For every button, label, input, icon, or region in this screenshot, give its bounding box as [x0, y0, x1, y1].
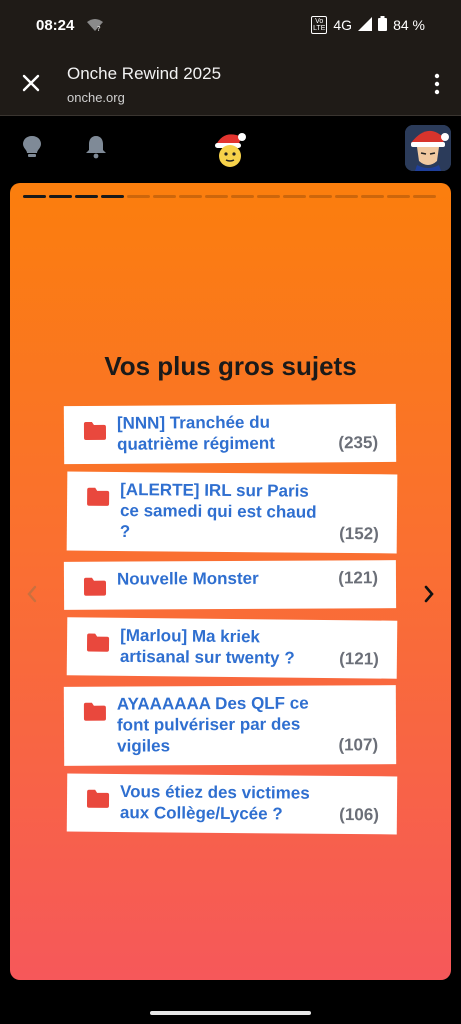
topic-title[interactable]: Nouvelle Monster [117, 568, 259, 590]
status-bar: 08:24 ? Vo LTE 4G 84 % [0, 0, 461, 50]
home-indicator [150, 1011, 311, 1015]
page-title: Onche Rewind 2025 [67, 64, 222, 83]
folder-icon [83, 577, 107, 597]
signal-icon [358, 16, 373, 34]
folder-icon [83, 702, 107, 722]
status-time: 08:24 [36, 16, 75, 34]
browser-titles: Onche Rewind 2025 onche.org [67, 64, 221, 105]
topic-card[interactable]: [Marlou] Ma kriek artisanal sur twenty ? (… [66, 617, 398, 679]
topic-title-line: artisanal sur twenty ? [119, 646, 295, 668]
topic-count: (107) [338, 735, 379, 755]
network-type: 4G [333, 17, 353, 33]
folder-icon [86, 487, 110, 507]
topic-title[interactable]: AYAAAAAA Des QLF ce font pulvériser par d… [117, 693, 309, 757]
bell-icon[interactable] [84, 134, 108, 160]
topic-count: (152) [339, 523, 379, 544]
topic-title-line: aux Collège/Lycée ? [119, 803, 283, 824]
topic-title-line: ce samedi qui est chaud [119, 501, 317, 522]
topic-title-line: quatrième régiment [117, 433, 275, 454]
battery-icon [378, 16, 388, 34]
wifi-icon: ? [86, 18, 104, 33]
topic-card[interactable]: [NNN] Tranchée du quatrième régiment (235) [63, 403, 397, 465]
topic-title-line: Nouvelle Monster [116, 568, 259, 589]
topic-title-line: AYAAAAAA Des QLF ce [116, 693, 309, 714]
folder-icon [86, 632, 110, 652]
topic-card[interactable]: [ALERTE] IRL sur Paris ce samedi qui est … [66, 471, 398, 554]
topic-count: (121) [339, 649, 379, 669]
app-header [0, 117, 461, 177]
topic-title-line: vigiles [117, 736, 171, 756]
volte-icon: Vo LTE [311, 16, 328, 34]
topic-title[interactable]: [ALERTE] IRL sur Paris ce samedi qui est … [120, 479, 317, 544]
status-right: Vo LTE 4G 84 % [311, 16, 425, 34]
topic-title-line: Vous étiez des victimes [120, 782, 310, 803]
page-domain: onche.org [67, 90, 125, 105]
topic-card[interactable]: Vous étiez des victimes aux Collège/Lycée… [66, 773, 398, 835]
topic-title[interactable]: [Marlou] Ma kriek artisanal sur twenty ? [120, 625, 295, 669]
folder-icon [86, 789, 110, 809]
topic-card[interactable]: Nouvelle Monster (121) [63, 560, 397, 610]
topic-title-line: [ALERTE] IRL sur Paris [120, 480, 309, 501]
battery-level: 84 % [393, 17, 425, 33]
topic-count: (121) [338, 568, 379, 588]
more-vert-icon[interactable] [431, 72, 443, 96]
topic-title[interactable]: Vous étiez des victimes aux Collège/Lycée… [120, 781, 310, 825]
browser-header: Onche Rewind 2025 onche.org [0, 50, 461, 116]
topic-card[interactable]: AYAAAAAA Des QLF ce font pulvériser par d… [63, 685, 397, 766]
lightbulb-icon[interactable] [20, 134, 44, 160]
topic-count: (106) [339, 804, 379, 825]
folder-icon [83, 421, 107, 441]
avatar[interactable] [405, 125, 451, 171]
topic-title-line: [NNN] Tranchée du [116, 412, 271, 433]
topic-list: [NNN] Tranchée du quatrième régiment (235)… [10, 183, 451, 980]
topic-count: (235) [338, 432, 379, 453]
topic-title-line: [Marlou] Ma kriek [120, 625, 261, 647]
story-card[interactable]: Vos plus gros sujets [NNN] Tranchée du qu… [10, 183, 451, 980]
svg-text:?: ? [97, 25, 101, 32]
topic-title-line: font pulvériser par des [116, 714, 301, 735]
topic-title[interactable]: [NNN] Tranchée du quatrième régiment [117, 412, 275, 455]
close-icon[interactable] [18, 70, 44, 96]
onche-logo-icon[interactable] [212, 129, 248, 169]
topic-title-line: ? [119, 522, 131, 542]
